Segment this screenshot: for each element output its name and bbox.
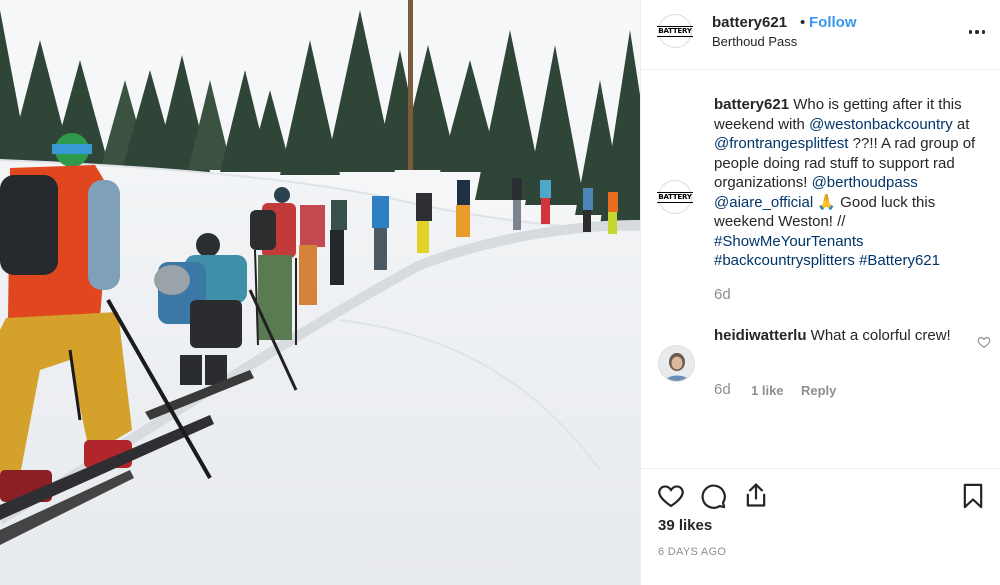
- hashtag-link[interactable]: #Battery621: [859, 252, 940, 269]
- comment-like-heart-icon[interactable]: [977, 335, 991, 349]
- header-separator: •: [800, 14, 806, 31]
- mention-link[interactable]: @westonbackcountry: [809, 116, 953, 133]
- skiers-uphill-illustration: [0, 0, 640, 585]
- bookmark-icon[interactable]: [959, 482, 987, 510]
- post-photo[interactable]: [0, 0, 640, 585]
- comment-reply-button[interactable]: Reply: [801, 383, 836, 398]
- commenter-photo: [659, 346, 694, 381]
- more-options-icon[interactable]: [963, 20, 991, 44]
- likes-count[interactable]: 39 likes: [658, 517, 712, 534]
- post-actions: 39 likes 6 DAYS AGO: [641, 468, 1000, 585]
- commenter-avatar[interactable]: [658, 345, 695, 382]
- caption-avatar[interactable]: BATTERY: [657, 180, 693, 214]
- comment-username[interactable]: heidiwatterlu: [714, 327, 807, 344]
- profile-avatar[interactable]: BATTERY: [657, 14, 693, 48]
- heart-icon[interactable]: [657, 482, 685, 510]
- comment-icon[interactable]: [699, 482, 727, 510]
- post-sidebar: BATTERY battery621 • Follow Berthoud Pas…: [640, 0, 1000, 585]
- share-icon[interactable]: [742, 481, 770, 509]
- hashtag-link[interactable]: #backcountrysplitters: [714, 252, 855, 269]
- comment-likes-link[interactable]: 1 like: [751, 383, 784, 398]
- hashtag-link[interactable]: #ShowMeYourTenants: [714, 233, 864, 250]
- caption-timestamp: 6d: [714, 286, 731, 303]
- avatar-logo-text: BATTERY: [657, 25, 693, 37]
- post-date: 6 DAYS AGO: [658, 546, 727, 558]
- post-header: BATTERY battery621 • Follow Berthoud Pas…: [641, 0, 1000, 70]
- comment-body: What a colorful crew!: [806, 327, 951, 344]
- instagram-post: BATTERY battery621 • Follow Berthoud Pas…: [0, 0, 1000, 585]
- caption-avatar-logo-text: BATTERY: [657, 191, 693, 203]
- caption-username[interactable]: battery621: [714, 96, 789, 113]
- caption-text: battery621 Who is getting after it this …: [714, 95, 994, 271]
- caption-text-fragment: at: [952, 115, 970, 133]
- follow-button[interactable]: Follow: [809, 14, 857, 31]
- location-link[interactable]: Berthoud Pass: [712, 34, 797, 49]
- mention-link[interactable]: @berthoudpass: [812, 174, 918, 191]
- header-username[interactable]: battery621: [712, 14, 787, 31]
- mention-link[interactable]: @aiare_official: [714, 194, 813, 211]
- comment-timestamp: 6d: [714, 381, 731, 398]
- mention-link[interactable]: @frontrangesplitfest: [714, 135, 848, 152]
- comment-text: heidiwatterlu What a colorful crew!: [714, 326, 954, 346]
